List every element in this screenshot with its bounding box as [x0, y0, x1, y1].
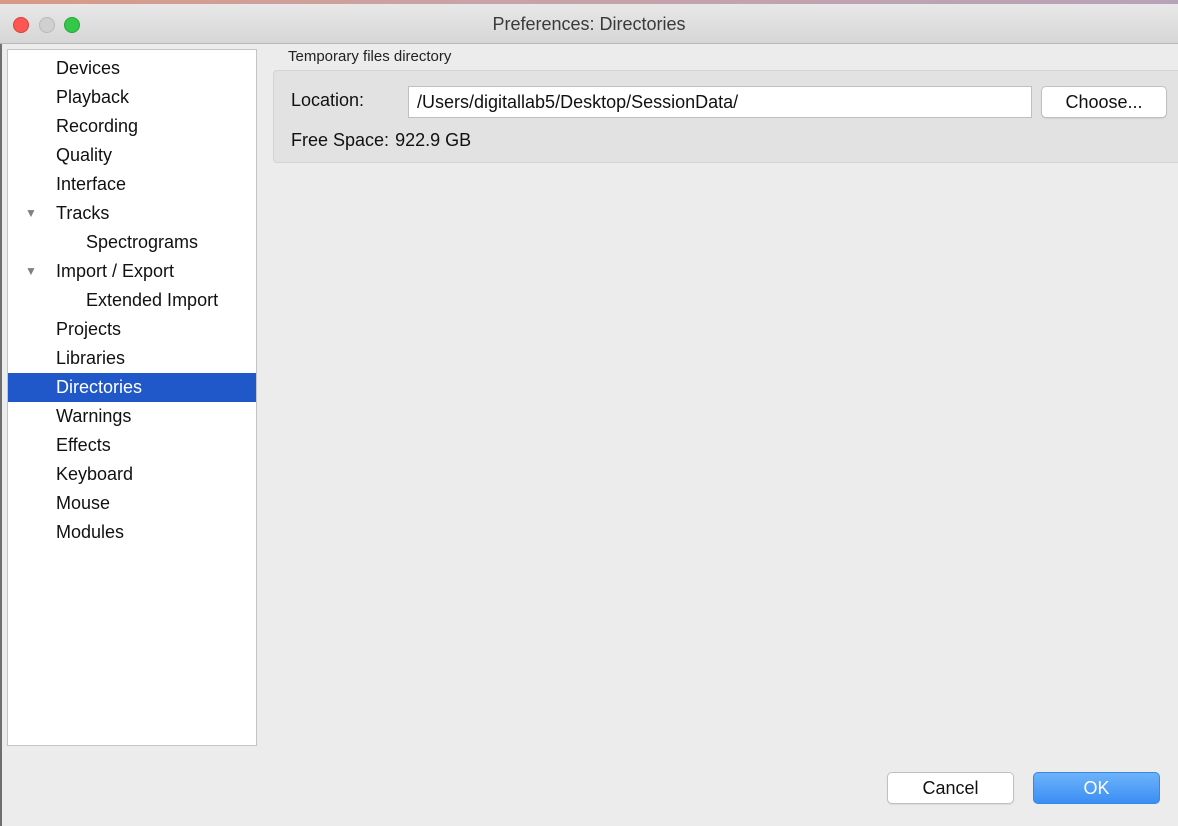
sidebar-item-label: Warnings	[56, 406, 132, 426]
sidebar-item-label: Import / Export	[56, 261, 175, 281]
sidebar-item-quality[interactable]: Quality	[8, 141, 256, 170]
sidebar-item-label: Devices	[56, 58, 121, 78]
free-space-value: 922.9 GB	[395, 130, 472, 150]
sidebar-item-keyboard[interactable]: Keyboard	[8, 460, 256, 489]
sidebar-item-interface[interactable]: Interface	[8, 170, 256, 199]
sidebar-item-mouse[interactable]: Mouse	[8, 489, 256, 518]
window-left-edge	[0, 44, 2, 826]
sidebar-item-label: Quality	[56, 145, 113, 165]
free-space-row: Free Space: 922.9 GB	[291, 130, 471, 151]
cancel-button[interactable]: Cancel	[887, 772, 1014, 804]
sidebar-item-tracks[interactable]: ▼ Tracks	[8, 199, 256, 228]
sidebar-item-label: Tracks	[56, 203, 110, 223]
preferences-window: Preferences: Directories Devices Playback…	[0, 0, 1178, 826]
sidebar-item-label: Playback	[56, 87, 130, 107]
sidebar-item-label: Keyboard	[56, 464, 134, 484]
sidebar-item-label: Projects	[56, 319, 122, 339]
sidebar-item-extended-import[interactable]: Extended Import	[8, 286, 256, 315]
sidebar-item-label: Directories	[56, 377, 143, 397]
location-input[interactable]	[408, 86, 1032, 118]
sidebar-item-label: Modules	[56, 522, 125, 542]
disclosure-triangle-icon[interactable]: ▼	[25, 199, 37, 228]
sidebar-item-label: Mouse	[56, 493, 111, 513]
choose-button[interactable]: Choose...	[1041, 86, 1167, 118]
sidebar-item-devices[interactable]: Devices	[8, 54, 256, 83]
preferences-category-tree[interactable]: Devices Playback Recording Quality Interface…	[7, 49, 257, 746]
window-title: Preferences: Directories	[492, 14, 686, 34]
sidebar-item-label: Libraries	[56, 348, 126, 368]
sidebar-item-label: Extended Import	[86, 290, 219, 310]
sidebar-item-warnings[interactable]: Warnings	[8, 402, 256, 431]
sidebar-item-label: Spectrograms	[86, 232, 199, 252]
sidebar-item-label: Effects	[56, 435, 111, 455]
ok-button[interactable]: OK	[1033, 772, 1160, 804]
disclosure-triangle-icon[interactable]: ▼	[25, 257, 37, 286]
location-label: Location:	[291, 90, 365, 110]
sidebar-item-playback[interactable]: Playback	[8, 83, 256, 112]
sidebar-item-label: Interface	[56, 174, 127, 194]
sidebar-item-libraries[interactable]: Libraries	[8, 344, 256, 373]
sidebar-item-directories[interactable]: Directories	[8, 373, 256, 402]
sidebar-item-spectrograms[interactable]: Spectrograms	[8, 228, 256, 257]
sidebar-item-import-export[interactable]: ▼ Import / Export	[8, 257, 256, 286]
sidebar-item-effects[interactable]: Effects	[8, 431, 256, 460]
sidebar-item-label: Recording	[56, 116, 139, 136]
sidebar-item-recording[interactable]: Recording	[8, 112, 256, 141]
sidebar-item-projects[interactable]: Projects	[8, 315, 256, 344]
sidebar-item-modules[interactable]: Modules	[8, 518, 256, 547]
temporary-files-section-title: Temporary files directory	[288, 48, 452, 65]
title-bar[interactable]: Preferences: Directories	[0, 4, 1178, 44]
free-space-label: Free Space:	[291, 130, 390, 150]
